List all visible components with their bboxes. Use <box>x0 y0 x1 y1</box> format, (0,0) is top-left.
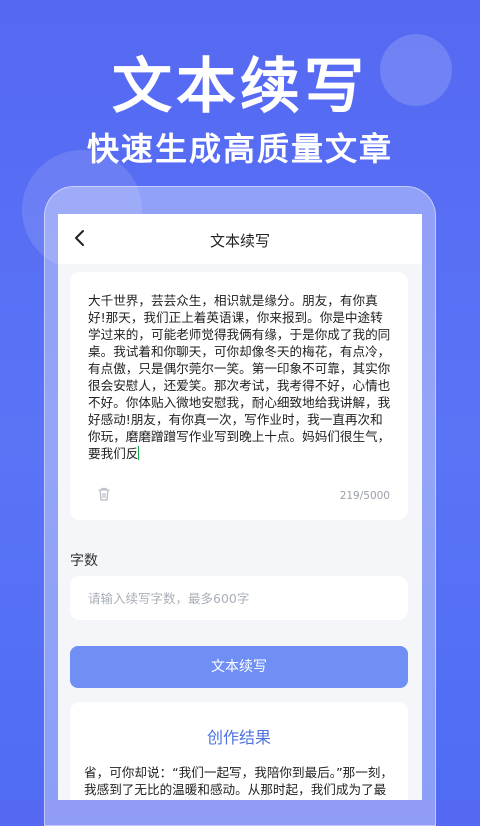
continue-writing-button[interactable]: 文本续写 <box>70 646 408 688</box>
source-text-area[interactable]: 大千世界，芸芸众生，相识就是缘分。朋友，有你真好!那天，我们正上着英语课，你来报… <box>88 292 394 462</box>
word-count-field <box>70 576 408 620</box>
hero-subtitle: 快速生成高质量文章 <box>86 130 393 168</box>
result-card: 创作结果 省，可你却说：“我们一起写，我陪你到最后。”那一刻，我感到了无比的温暖… <box>70 702 408 800</box>
word-count-input[interactable] <box>70 576 408 620</box>
text-caret <box>138 446 140 460</box>
result-text: 省，可你却说：“我们一起写，我陪你到最后。”那一刻，我感到了无比的温暖和感动。从… <box>84 765 393 800</box>
char-count: 219/5000 <box>339 490 390 502</box>
hero-title: 文本续写 <box>112 52 368 122</box>
result-title: 创作结果 <box>206 728 271 747</box>
word-count-label: 字数 <box>70 553 98 569</box>
nav-bar: 文本续写 <box>58 214 422 264</box>
page-title: 文本续写 <box>209 232 270 250</box>
source-text: 大千世界，芸芸众生，相识就是缘分。朋友，有你真好!那天，我们正上着英语课，你来报… <box>88 293 391 461</box>
source-text-editor[interactable]: 大千世界，芸芸众生，相识就是缘分。朋友，有你真好!那天，我们正上着英语课，你来报… <box>70 272 408 520</box>
trash-icon[interactable] <box>96 486 112 502</box>
app-screen: 文本续写 大千世界，芸芸众生，相识就是缘分。朋友，有你真好!那天，我们正上着英语… <box>58 214 422 800</box>
